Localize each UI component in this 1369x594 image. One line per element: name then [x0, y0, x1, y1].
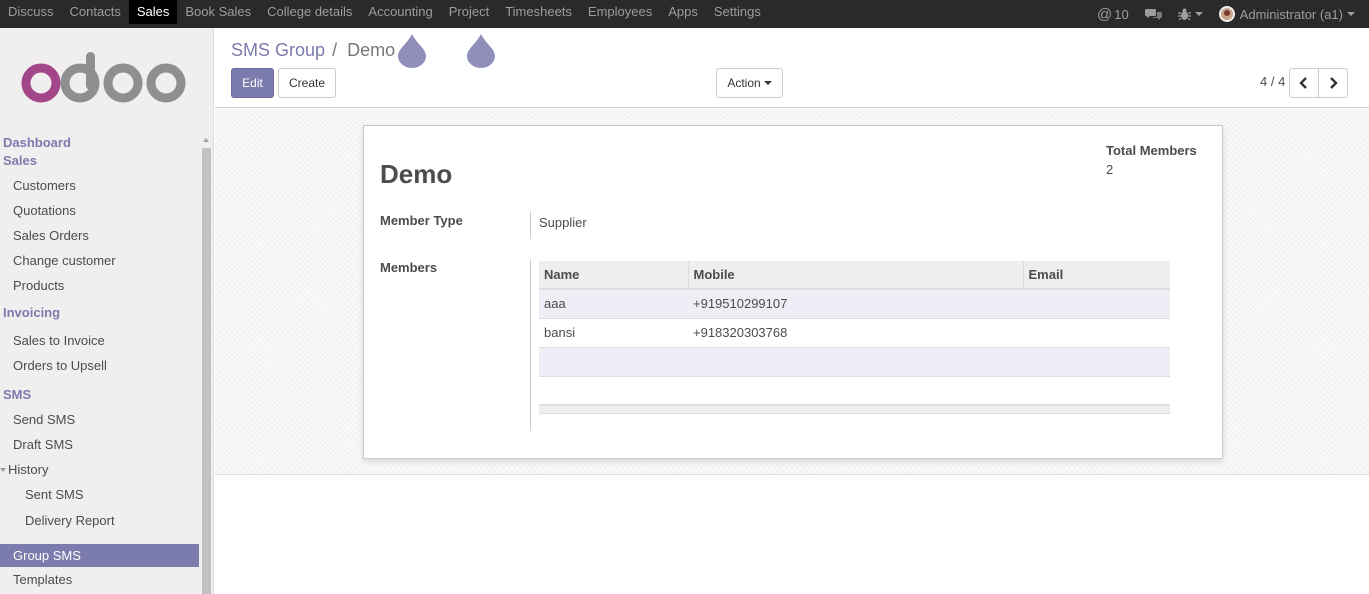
form-sheet: Total Members 2 Demo Member Type Supplie…: [363, 125, 1223, 459]
caret-down-icon: [0, 467, 6, 472]
user-menu[interactable]: Administrator (a1): [1211, 2, 1369, 26]
menu-accounting[interactable]: Accounting: [360, 0, 440, 24]
chevron-right-icon: [1330, 77, 1338, 89]
messages-count: 10: [1114, 6, 1129, 22]
total-members-value: 2: [1106, 162, 1114, 177]
chevron-down-icon: [763, 81, 772, 85]
sidebar-item-sales-orders[interactable]: Sales Orders: [0, 223, 199, 248]
systray: @ 10 Administrator (a1): [1089, 0, 1369, 28]
table-row-empty: [539, 347, 1170, 377]
members-label: Members: [380, 260, 438, 275]
sidebar-section-invoicing[interactable]: Invoicing: [0, 298, 199, 328]
avatar: [1218, 6, 1235, 22]
menu-book-sales[interactable]: Book Sales: [177, 0, 259, 24]
top-navbar: Discuss Contacts Sales Book Sales Colleg…: [0, 0, 1369, 28]
sidebar: Dashboard Sales Customers Quotations Sal…: [0, 28, 214, 594]
sidebar-section-sms[interactable]: SMS: [0, 378, 199, 407]
menu-settings[interactable]: Settings: [706, 0, 769, 24]
menu-apps[interactable]: Apps: [660, 0, 706, 24]
sidebar-item-group-sms[interactable]: Group SMS: [0, 544, 199, 567]
table-footer-row: [539, 404, 1170, 414]
menu-contacts[interactable]: Contacts: [62, 0, 129, 24]
breadcrumb-parent[interactable]: SMS Group: [231, 40, 325, 60]
table-header-row: Name Mobile Email: [539, 261, 1170, 290]
record-title: Demo: [380, 159, 453, 189]
sidebar-dashboard[interactable]: Dashboard: [0, 134, 199, 152]
sidebar-item-customers[interactable]: Customers: [0, 173, 199, 198]
edit-button[interactable]: Edit: [231, 68, 274, 98]
sidebar-item-send-sms[interactable]: Send SMS: [0, 407, 199, 432]
cell-mobile: +918320303768: [688, 318, 1023, 348]
total-members-label: Total Members: [1106, 143, 1197, 158]
scrollbar-thumb[interactable]: [202, 148, 211, 594]
total-members-stat[interactable]: Total Members 2: [1106, 143, 1197, 177]
sidebar-item-draft-sms[interactable]: Draft SMS: [0, 432, 199, 457]
sidebar-item-sent-sms[interactable]: Sent SMS: [0, 482, 199, 508]
chat-bubbles-icon: [1144, 8, 1162, 20]
pager-next-button[interactable]: [1318, 68, 1348, 98]
menu-sales[interactable]: Sales: [128, 0, 178, 24]
cell-email: [1023, 318, 1170, 348]
action-label: Action: [727, 76, 761, 90]
drop-icon: [467, 34, 495, 68]
debug-menu[interactable]: [1170, 2, 1211, 26]
field-divider: [530, 259, 531, 431]
cell-name: bansi: [539, 318, 688, 348]
sidebar-section-sales[interactable]: Sales: [0, 152, 199, 170]
column-header-mobile[interactable]: Mobile: [687, 261, 1023, 290]
sidebar-menu: Dashboard Sales Customers Quotations Sal…: [0, 134, 199, 592]
form-view: Total Members 2 Demo Member Type Supplie…: [215, 109, 1369, 475]
sidebar-item-orders-to-upsell[interactable]: Orders to Upsell: [0, 353, 199, 378]
sidebar-item-sales-to-invoice[interactable]: Sales to Invoice: [0, 328, 199, 353]
table-row[interactable]: bansi +918320303768: [539, 318, 1170, 348]
member-type-value: Supplier: [539, 215, 587, 230]
messages-counter[interactable]: @ 10: [1089, 2, 1137, 26]
scroll-up-arrow-icon[interactable]: [203, 138, 209, 142]
sidebar-item-delivery-report[interactable]: Delivery Report: [0, 508, 199, 534]
field-divider: [530, 211, 531, 239]
action-dropdown[interactable]: Action: [716, 68, 783, 98]
cell-email: [1023, 289, 1170, 319]
sidebar-item-history[interactable]: History: [0, 457, 199, 482]
at-icon: @: [1096, 5, 1113, 23]
breadcrumb: SMS Group / Demo: [231, 40, 395, 61]
menu-discuss[interactable]: Discuss: [0, 0, 62, 24]
members-table: Name Mobile Email aaa +919510299107 bans…: [539, 261, 1170, 414]
sidebar-item-change-customer[interactable]: Change customer: [0, 248, 199, 273]
sidebar-item-products[interactable]: Products: [0, 273, 199, 298]
control-panel: SMS Group / Demo Edit Create Action 4 / …: [215, 28, 1369, 108]
breadcrumb-current: Demo: [347, 40, 396, 60]
chat-button[interactable]: [1137, 2, 1170, 26]
menu-employees[interactable]: Employees: [580, 0, 660, 24]
cell-name: aaa: [539, 289, 688, 319]
column-header-name[interactable]: Name: [539, 261, 688, 290]
sidebar-item-templates[interactable]: Templates: [0, 567, 199, 592]
chevron-down-icon: [1347, 12, 1355, 16]
cell-mobile: +919510299107: [688, 289, 1023, 319]
member-type-label: Member Type: [380, 213, 463, 228]
create-button[interactable]: Create: [278, 68, 336, 98]
logo-area: [0, 28, 213, 133]
pager-value[interactable]: 4 / 4: [1260, 74, 1285, 89]
chevron-left-icon: [1299, 77, 1307, 89]
menu-timesheets[interactable]: Timesheets: [497, 0, 580, 24]
sidebar-item-quotations[interactable]: Quotations: [0, 198, 199, 223]
drop-icon: [398, 34, 426, 68]
table-row[interactable]: aaa +919510299107: [539, 289, 1170, 319]
chevron-down-icon: [1194, 12, 1203, 16]
main-menu: Discuss Contacts Sales Book Sales Colleg…: [0, 0, 769, 28]
odoo-logo: [21, 52, 186, 103]
column-header-email[interactable]: Email: [1022, 261, 1170, 290]
menu-college-details[interactable]: College details: [259, 0, 360, 24]
user-name: Administrator (a1): [1239, 6, 1343, 22]
pager-previous-button[interactable]: [1289, 68, 1319, 98]
menu-project[interactable]: Project: [441, 0, 497, 24]
bug-icon: [1177, 8, 1191, 20]
sidebar-item-history-label: History: [8, 462, 49, 477]
table-row-empty: [539, 376, 1170, 405]
sidebar-scrollbar[interactable]: [201, 136, 212, 594]
breadcrumb-separator: /: [332, 40, 338, 60]
